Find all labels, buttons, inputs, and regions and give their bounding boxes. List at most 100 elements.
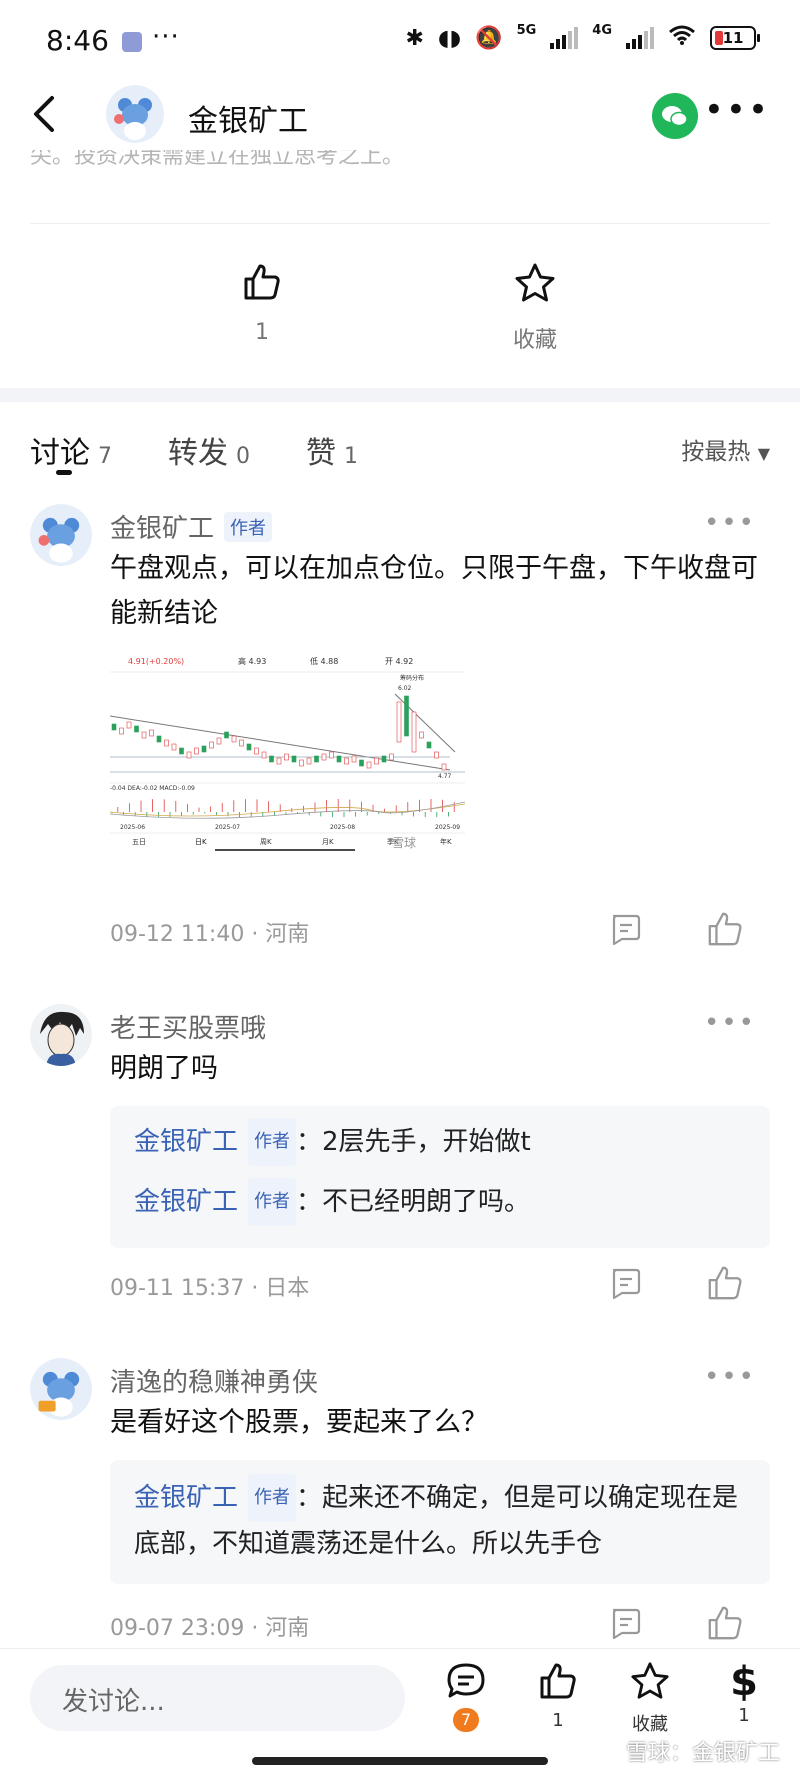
app-notification-icon (122, 32, 142, 52)
comment-count-badge: 7 (453, 1708, 479, 1732)
tab-count: 0 (236, 444, 250, 469)
author-badge: 作者 (224, 512, 273, 542)
star-icon (631, 1662, 669, 1699)
candle (216, 737, 222, 745)
tab-repost[interactable]: 转发 0 (168, 428, 250, 472)
author-badge: 作者 (248, 1118, 297, 1166)
comment-more-icon[interactable]: ••• (704, 1008, 756, 1038)
reply-item: 金银矿工 作者 ：起来还不确定，但是可以确定现在是底部，不知道震荡还是什么。所以先手… (134, 1474, 754, 1566)
bluetooth-icon: ✱ (405, 25, 424, 51)
author-badge: 作者 (248, 1178, 297, 1226)
candle (329, 751, 334, 759)
period-tab: 周K (260, 838, 272, 846)
candle (179, 747, 184, 755)
candle (276, 757, 282, 765)
candle (381, 755, 387, 763)
signal-bars-icon (626, 27, 654, 49)
chart-peak-label: 6.02 (398, 685, 412, 692)
candle (359, 759, 364, 767)
reward-count: 1 (738, 1705, 750, 1726)
reply-item: 金银矿工 作者 ：2层先手，开始做t (134, 1118, 754, 1166)
more-options-icon[interactable]: ••• (704, 90, 770, 130)
candle (126, 721, 132, 729)
candle (411, 711, 417, 753)
article-favorite-button[interactable]: 收藏 (495, 262, 575, 354)
tab-label: 讨论 (30, 436, 90, 471)
chart-date: 2025-08 (330, 824, 355, 831)
chart-low: 低 4.88 (310, 656, 338, 666)
candle (441, 763, 447, 771)
candle (314, 755, 319, 763)
tab-label: 赞 (306, 436, 336, 471)
commenter-avatar[interactable] (30, 1004, 92, 1066)
more-notifications-icon: ··· (152, 22, 180, 52)
candle (336, 755, 342, 763)
bottom-action-bar: 发讨论... 7 1 收藏 $ 1 雪球：金银矿工 (0, 1648, 800, 1778)
candle (374, 757, 379, 765)
candle (164, 739, 169, 747)
reward-button[interactable]: $ 1 (714, 1661, 774, 1726)
article-like-button[interactable]: 1 (230, 262, 294, 345)
candle (306, 757, 312, 765)
commenter-name[interactable]: 老王买股票哦 (110, 1008, 266, 1045)
commenter-name[interactable]: 清逸的稳赚神勇侠 (110, 1362, 318, 1399)
stock-chart-image[interactable]: 4.91(+0.20%) 高 4.93 低 4.88 开 4.92 筹码分布 6… (109, 652, 466, 877)
network-4g-label: 4G (592, 22, 612, 38)
candle (389, 753, 394, 761)
comment-more-icon[interactable]: ••• (704, 508, 756, 538)
comment-text: 午盘观点，可以在加点仓位。只限于午盘，下午收盘可能新结论 (110, 553, 758, 629)
commenter-name[interactable]: 金银矿工 作者 (110, 508, 273, 545)
reply-author[interactable]: 金银矿工 (134, 1187, 238, 1217)
period-tab: 日K (195, 838, 207, 846)
wechat-share-button[interactable] (652, 93, 698, 139)
like-button[interactable]: 1 (528, 1661, 588, 1731)
article-favorite-label: 收藏 (512, 328, 557, 353)
active-tab-indicator (56, 470, 72, 475)
candle (246, 743, 252, 751)
candle (291, 755, 297, 763)
sort-dropdown[interactable]: 按最热 ▼ (681, 432, 770, 466)
tab-discussion[interactable]: 讨论 7 (30, 428, 112, 472)
chart-price: 4.91(+0.20%) (128, 657, 184, 666)
comment-more-icon[interactable]: ••• (704, 1362, 756, 1392)
reply-icon[interactable] (608, 912, 642, 946)
reply-author[interactable]: 金银矿工 (134, 1127, 238, 1157)
home-indicator[interactable] (252, 1757, 548, 1765)
discussion-button[interactable]: 7 (436, 1661, 496, 1732)
candle (404, 695, 409, 737)
reply-thread[interactable]: 金银矿工 作者 ：2层先手，开始做t 金银矿工 作者 ：不已经明朗了吗。 (110, 1106, 770, 1248)
status-time: 8:46 (46, 24, 109, 57)
reply-text: ：2层先手，开始做t (296, 1127, 531, 1157)
candle (351, 755, 357, 763)
tab-likes[interactable]: 赞1 (306, 428, 358, 472)
status-bar: 8:46 ··· ✱ ◖◗ 🔕 5G 4G 11 (0, 0, 800, 80)
commenter-avatar[interactable] (30, 504, 92, 566)
reply-item: 金银矿工 作者 ：不已经明朗了吗。 (134, 1178, 754, 1226)
reply-icon[interactable] (608, 1266, 642, 1300)
reply-thread[interactable]: 金银矿工 作者 ：起来还不确定，但是可以确定现在是底部，不知道震荡还是什么。所以先手… (110, 1460, 770, 1584)
chart-watermark: 雪球 (392, 836, 416, 850)
candle (141, 731, 147, 739)
article-trailing-text: 尖。投资决策需建立在独立思考之上。 (30, 150, 405, 169)
period-tab: 年K (440, 837, 452, 846)
candle (201, 745, 207, 753)
favorite-button[interactable]: 收藏 (620, 1661, 680, 1736)
candle (269, 755, 274, 763)
comment-like-icon[interactable] (706, 910, 744, 948)
back-arrow-icon[interactable] (30, 92, 58, 144)
comment-meta: 09-12 11:40 · 河南 (110, 922, 310, 947)
article-like-count: 1 (255, 320, 269, 345)
candle (299, 759, 304, 767)
comment-like-icon[interactable] (706, 1604, 744, 1642)
candle (194, 747, 199, 755)
reply-author[interactable]: 金银矿工 (134, 1483, 238, 1513)
thumbs-up-icon (244, 264, 280, 300)
reply-icon[interactable] (608, 1606, 642, 1640)
comment-like-icon[interactable] (706, 1264, 744, 1302)
candle (426, 741, 432, 749)
comment-input[interactable]: 发讨论... (30, 1665, 405, 1731)
author-avatar[interactable] (106, 85, 164, 143)
network-5g-label: 5G (516, 22, 537, 38)
commenter-avatar[interactable] (30, 1358, 92, 1420)
star-icon (515, 263, 555, 302)
